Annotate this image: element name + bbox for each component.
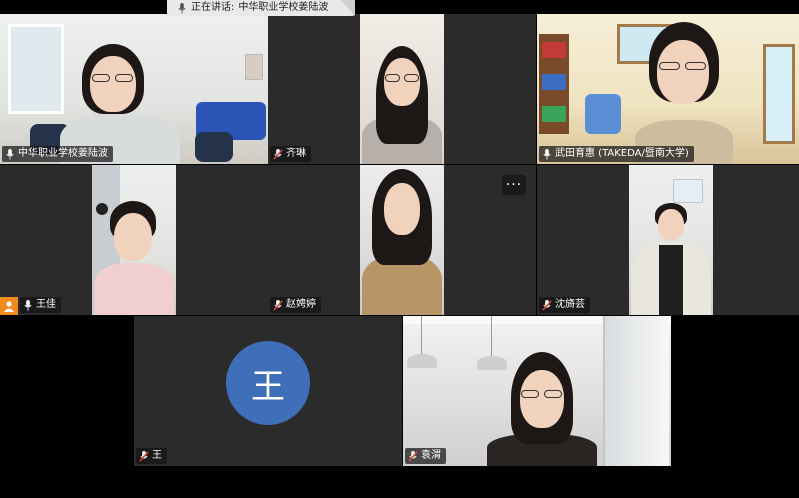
- participant-name-tag: 袁渭: [405, 448, 446, 464]
- participant-figure: [629, 22, 739, 164]
- video-tile-4[interactable]: 王佳: [0, 165, 268, 315]
- participant-name-tag: 王佳: [20, 297, 61, 313]
- participant-figure: [94, 201, 174, 315]
- participant-figure: [631, 203, 711, 315]
- speaking-name: 中华职业学校姜陆波: [238, 2, 329, 13]
- video-feed: [537, 14, 799, 164]
- participant-name-tag: 武田育惠 (TAKEDA/暨南大学): [539, 146, 694, 162]
- mic-icon: [24, 299, 32, 311]
- participant-name-tag: 王: [136, 448, 167, 464]
- pendant-lamp: [407, 354, 437, 368]
- video-tile-6[interactable]: 沈旖芸: [537, 165, 799, 315]
- video-feed: [403, 316, 671, 466]
- video-tile-2[interactable]: 齐琳: [268, 14, 536, 164]
- mic-muted-icon: [273, 148, 283, 160]
- video-tile-5[interactable]: ··· 赵娉婷: [268, 165, 536, 315]
- person-icon: [4, 301, 14, 312]
- wall-art: [245, 54, 263, 80]
- speaking-prefix: 正在讲话:: [191, 2, 235, 13]
- mic-muted-icon: [408, 450, 418, 462]
- mic-muted-icon: [139, 450, 149, 462]
- chair: [195, 132, 233, 162]
- mic-muted-icon: [542, 299, 552, 311]
- video-feed: [0, 14, 268, 164]
- host-badge: [0, 297, 18, 315]
- wall-frame: [673, 179, 703, 203]
- participant-name-tag: 赵娉婷: [270, 297, 321, 313]
- window: [8, 24, 64, 114]
- more-options-button[interactable]: ···: [502, 175, 526, 195]
- mic-muted-icon: [273, 299, 283, 311]
- participant-figure: [360, 44, 444, 164]
- video-tile-1[interactable]: 中华职业学校姜陆波: [0, 14, 268, 164]
- inner-shirt: [659, 245, 683, 315]
- mic-icon: [543, 148, 551, 160]
- speaking-banner: 正在讲话: 中华职业学校姜陆波: [167, 0, 355, 16]
- video-feed: [629, 165, 713, 315]
- banner-corner: [341, 0, 355, 16]
- participant-name-tag: 沈旖芸: [539, 297, 590, 313]
- participant-name-tag: 齐琳: [270, 146, 311, 162]
- video-feed: [360, 14, 444, 164]
- video-tile-7[interactable]: 王 王: [134, 316, 402, 466]
- video-tile-3[interactable]: 武田育惠 (TAKEDA/暨南大学): [537, 14, 799, 164]
- window: [603, 316, 669, 466]
- mic-icon: [6, 148, 14, 160]
- window: [763, 44, 795, 144]
- video-feed: [92, 165, 176, 315]
- suitcase: [585, 94, 621, 134]
- mic-icon: [178, 2, 186, 14]
- participant-name-tag: 中华职业学校姜陆波: [2, 146, 113, 162]
- participant-avatar: 王: [226, 341, 310, 425]
- participant-figure: [487, 352, 597, 466]
- bookshelf: [539, 34, 569, 134]
- video-tile-8[interactable]: 袁渭: [403, 316, 671, 466]
- video-feed: [360, 165, 444, 315]
- participant-figure: [360, 169, 444, 315]
